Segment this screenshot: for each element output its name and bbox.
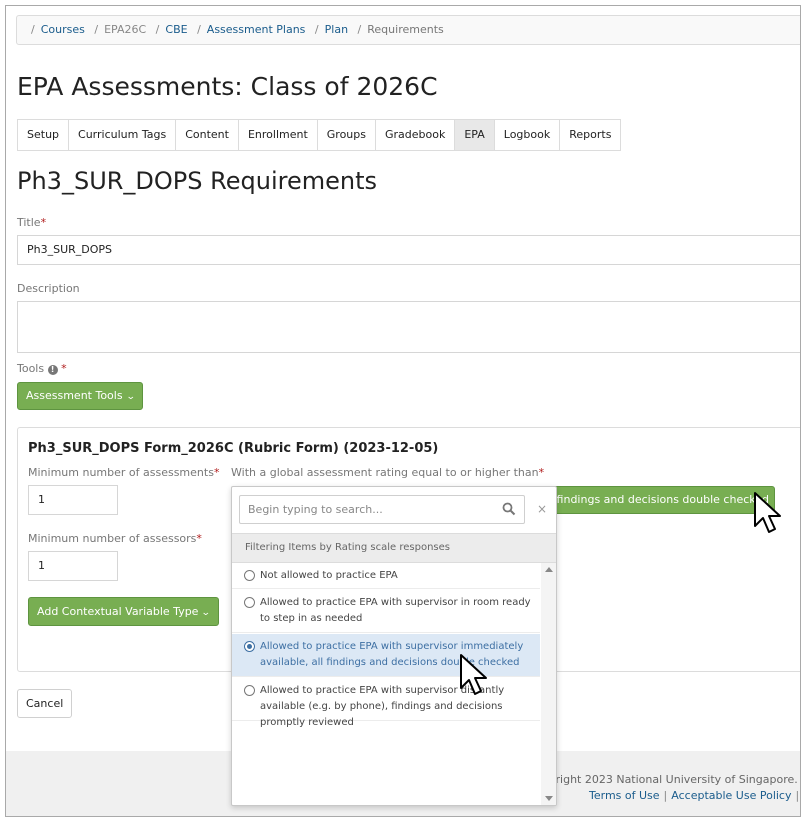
- radio-icon: [244, 641, 255, 652]
- cancel-button[interactable]: Cancel: [17, 689, 73, 718]
- rating-option-supervisor-immediately-available[interactable]: Allowed to practice EPA with supervisor …: [232, 634, 540, 677]
- tab-gradebook[interactable]: Gradebook: [376, 119, 456, 151]
- breadcrumb-epa26c[interactable]: EPA26C: [104, 23, 146, 36]
- scroll-down-icon[interactable]: [545, 796, 553, 801]
- breadcrumb-cbe[interactable]: CBE: [165, 23, 187, 36]
- rating-options-list: Not allowed to practice EPA Allowed to p…: [232, 563, 540, 805]
- tab-enrollment[interactable]: Enrollment: [238, 119, 318, 151]
- search-icon: [502, 502, 516, 516]
- terms-link[interactable]: Terms of Use: [589, 789, 660, 802]
- description-label: Description: [17, 282, 80, 295]
- chevron-down-icon: ⌄: [125, 392, 136, 402]
- required-marker: *: [61, 362, 67, 375]
- tab-reports[interactable]: Reports: [560, 119, 622, 151]
- dropdown-scrollbar[interactable]: [541, 563, 556, 805]
- dropdown-search-input[interactable]: Begin typing to search...: [239, 495, 525, 524]
- acceptable-use-link[interactable]: Acceptable Use Policy: [671, 789, 791, 802]
- radio-icon: [244, 597, 255, 608]
- breadcrumb: / Courses / EPA26C / CBE / Assessment Plans …: [16, 15, 800, 45]
- rating-option-supervisor-in-room[interactable]: Allowed to practice EPA with supervisor …: [232, 590, 540, 633]
- scroll-up-icon[interactable]: [545, 567, 553, 572]
- rating-option-supervisor-distantly-available[interactable]: Allowed to practice EPA with supervisor …: [232, 678, 540, 728]
- tab-groups[interactable]: Groups: [317, 119, 376, 151]
- page-title: EPA Assessments: Class of 2026C: [17, 72, 438, 101]
- chevron-down-icon: ⌄: [201, 608, 212, 618]
- assessment-tools-button[interactable]: Assessment Tools ⌄: [17, 382, 144, 410]
- add-contextual-variable-button[interactable]: Add Contextual Variable Type ⌄: [28, 597, 219, 626]
- tab-content[interactable]: Content: [176, 119, 239, 151]
- description-textarea[interactable]: [17, 301, 800, 353]
- mouse-pointer-icon: [754, 492, 781, 533]
- radio-icon: [244, 570, 255, 581]
- tab-logbook[interactable]: Logbook: [494, 119, 561, 151]
- min-assessors-label: Minimum number of assessors*: [28, 532, 202, 545]
- copyright-text: yright 2023 National University of Singa…: [549, 773, 798, 786]
- info-icon[interactable]: !: [47, 365, 58, 375]
- app-frame: / Courses / EPA26C / CBE / Assessment Plans …: [5, 5, 801, 817]
- title-label: Title*: [17, 216, 47, 229]
- title-input[interactable]: Ph3_SUR_DOPS: [17, 235, 800, 265]
- rating-dropdown: Begin typing to search... × Filtering It…: [231, 486, 557, 806]
- tools-label: Tools ! *: [17, 362, 67, 375]
- tab-setup[interactable]: Setup: [17, 119, 70, 151]
- footer-links: Terms of Use|Acceptable Use Policy|(: [589, 789, 800, 802]
- panel-title: Ph3_SUR_DOPS Form_2026C (Rubric Form) (2…: [28, 441, 439, 456]
- min-assessors-input[interactable]: 1: [28, 551, 118, 581]
- close-icon[interactable]: ×: [537, 502, 547, 516]
- tab-curriculum-tags[interactable]: Curriculum Tags: [69, 119, 177, 151]
- breadcrumb-requirements: Requirements: [367, 23, 444, 36]
- section-title: Ph3_SUR_DOPS Requirements: [17, 167, 377, 195]
- radio-icon: [244, 685, 255, 696]
- global-rating-label: With a global assessment rating equal to…: [231, 466, 545, 479]
- mouse-pointer-icon: [460, 654, 487, 695]
- global-rating-select[interactable]: l findings and decisions double checked: [543, 486, 775, 514]
- breadcrumb-assessment-plans[interactable]: Assessment Plans: [207, 23, 306, 36]
- breadcrumb-courses[interactable]: Courses: [41, 23, 85, 36]
- rating-option-not-allowed[interactable]: Not allowed to practice EPA: [232, 563, 540, 589]
- dropdown-filter-header: Filtering Items by Rating scale response…: [232, 533, 556, 563]
- min-assessments-input[interactable]: 1: [28, 485, 118, 515]
- tab-epa[interactable]: EPA: [455, 119, 495, 151]
- course-tabs: Setup Curriculum Tags Content Enrollment…: [17, 119, 622, 151]
- min-assessments-label: Minimum number of assessments*: [28, 466, 220, 479]
- required-marker: *: [40, 216, 47, 229]
- breadcrumb-plan[interactable]: Plan: [325, 23, 348, 36]
